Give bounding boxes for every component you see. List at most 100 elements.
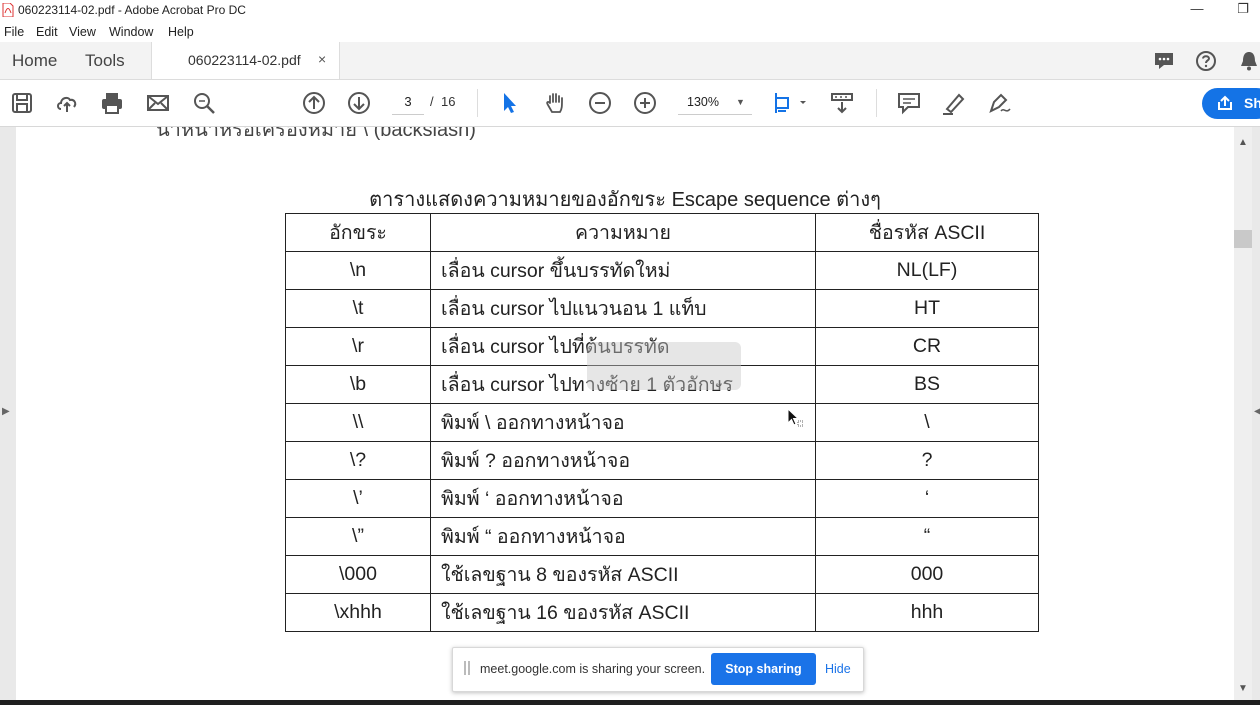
acrobat-pdf-icon [2,3,14,17]
page-separator: / [430,94,434,109]
screen-share-message: meet.google.com is sharing your screen. [480,662,706,676]
right-panel-toggle-icon[interactable]: ◀ [1254,406,1260,417]
table-row: \\ พิมพ์ \ ออกทางหน้าจอ \ [285,403,1039,442]
screen-share-notification: meet.google.com is sharing your screen. … [452,647,864,692]
table-row: \? พิมพ์ ? ออกทางหน้าจอ? [285,441,1039,480]
table-row: \xhhh ใช้เลขฐาน 16 ของรหัส ASCII hhh [285,593,1039,632]
print-icon[interactable] [99,90,125,116]
taskbar-strip [0,700,1260,705]
stop-sharing-button[interactable]: Stop sharing [711,653,816,685]
tab-tools[interactable]: Tools [85,51,125,71]
cell-character: \’ [285,479,431,518]
cell-meaning: ใช้เลขฐาน 8 ของรหัส ASCII [430,555,816,594]
zoom-level-value: 130% [687,95,719,109]
cell-ascii-name: hhh [815,593,1039,632]
cell-meaning: พิมพ์ ‘ ออกทางหน้าจอ [430,479,816,518]
hand-tool-icon[interactable] [542,90,568,116]
cell-character: \xhhh [285,593,431,632]
document-viewport[interactable]: นำหน้าหรือเครื่องหมาย \ (backslash) ตารา… [0,127,1260,700]
menu-file[interactable]: File [4,25,24,39]
highlight-pen-icon[interactable] [941,90,967,116]
minimize-button[interactable]: — [1182,1,1212,16]
scrollbar-thumb[interactable] [1234,230,1252,248]
cell-meaning: ใช้เลขฐาน 16 ของรหัส ASCII [430,593,816,632]
comment-icon[interactable] [1153,50,1175,72]
cell-ascii-name: \ [815,403,1039,442]
tab-document[interactable]: 060223114-02.pdf × [151,42,340,79]
cell-ascii-name: CR [815,327,1039,366]
cell-ascii-name: 000 [815,555,1039,594]
cell-character: \n [285,251,431,290]
table-row: \000 ใช้เลขฐาน 8 ของรหัส ASCII 000 [285,555,1039,594]
upload-cloud-icon[interactable] [54,90,80,116]
column-header-ascii-name: ชื่อรหัส ASCII [815,213,1039,252]
cell-ascii-name: ‘ [815,479,1039,518]
menu-bar: File Edit View Window Help [0,21,1260,42]
zoom-in-icon[interactable] [632,90,658,116]
cell-character: \b [285,365,431,404]
save-icon[interactable] [9,90,35,116]
share-button-label: Sh [1244,95,1260,111]
cell-meaning: พิมพ์ \ ออกทางหน้าจอ [430,403,816,442]
select-cursor-icon[interactable] [497,90,523,116]
share-button[interactable]: Sh [1202,88,1260,119]
add-comment-icon[interactable] [896,90,922,116]
current-page-input[interactable]: 3 [392,90,424,115]
scroll-up-icon[interactable]: ▲ [1238,137,1248,148]
scroll-mode-icon[interactable] [829,90,855,116]
table-row: \’ พิมพ์ ‘ ออกทางหน้าจอ ‘ [285,479,1039,518]
cell-character: \t [285,289,431,328]
scroll-down-icon[interactable]: ▼ [1238,683,1248,694]
help-icon[interactable] [1195,50,1217,72]
toolbar-divider [477,89,478,117]
table-row: \t เลื่อน cursor ไปแนวนอน 1 แท็บ HT [285,289,1039,328]
share-icon [1218,95,1232,110]
column-header-meaning: ความหมาย [430,213,816,252]
cell-character: \” [285,517,431,556]
cell-meaning: เลื่อน cursor ไปแนวนอน 1 แท็บ [430,289,816,328]
previous-page-icon[interactable] [301,90,327,116]
toolbar: 3 / 16 130% ▼ Sh [0,80,1260,127]
restore-button[interactable]: ❐ [1228,1,1258,17]
fit-page-icon[interactable] [772,90,810,116]
chevron-down-icon: ▼ [736,97,745,107]
left-panel-toggle-icon[interactable]: ▶ [2,406,10,417]
drag-handle-icon[interactable] [464,661,470,675]
cell-meaning: เลื่อน cursor ขึ้นบรรทัดใหม่ [430,251,816,290]
email-icon[interactable] [145,90,171,116]
vertical-scrollbar[interactable]: ▲ ▼ [1234,127,1252,700]
menu-help[interactable]: Help [168,25,194,39]
cell-character: \r [285,327,431,366]
next-page-icon[interactable] [346,90,372,116]
window-title: 060223114-02.pdf - Adobe Acrobat Pro DC [18,3,246,17]
floating-page-controls-overlay [587,342,741,390]
search-zoom-icon[interactable] [191,90,217,116]
tab-document-label: 060223114-02.pdf [188,52,301,68]
menu-view[interactable]: View [69,25,96,39]
partial-text-line: นำหน้าหรือเครื่องหมาย \ (backslash) [156,127,476,141]
menu-edit[interactable]: Edit [36,25,58,39]
cell-character: \000 [285,555,431,594]
tab-home[interactable]: Home [12,51,57,71]
zoom-level-select[interactable]: 130% ▼ [678,90,752,115]
notification-bell-icon[interactable] [1238,50,1260,72]
toolbar-divider [876,89,877,117]
pdf-page: นำหน้าหรือเครื่องหมาย \ (backslash) ตารา… [16,127,1234,700]
table-header-row: อักขระ ความหมาย ชื่อรหัส ASCII [285,213,1039,252]
cell-ascii-name: HT [815,289,1039,328]
column-header-character: อักขระ [285,213,431,252]
hide-button[interactable]: Hide [825,662,851,676]
total-pages: 16 [441,94,456,109]
zoom-out-icon[interactable] [587,90,613,116]
cell-ascii-name: BS [815,365,1039,404]
escape-sequence-table: อักขระ ความหมาย ชื่อรหัส ASCII \n เลื่อน … [285,213,1039,632]
cell-character: \\ [285,403,431,442]
cell-meaning: พิมพ์ “ ออกทางหน้าจอ [430,517,816,556]
close-tab-icon[interactable]: × [318,51,326,67]
table-row: \n เลื่อน cursor ขึ้นบรรทัดใหม่ NL(LF) [285,251,1039,290]
menu-window[interactable]: Window [109,25,153,39]
cell-ascii-name: NL(LF) [815,251,1039,290]
cell-character: \? [285,441,431,480]
sign-icon[interactable] [986,90,1012,116]
mouse-pointer-icon [787,408,803,427]
